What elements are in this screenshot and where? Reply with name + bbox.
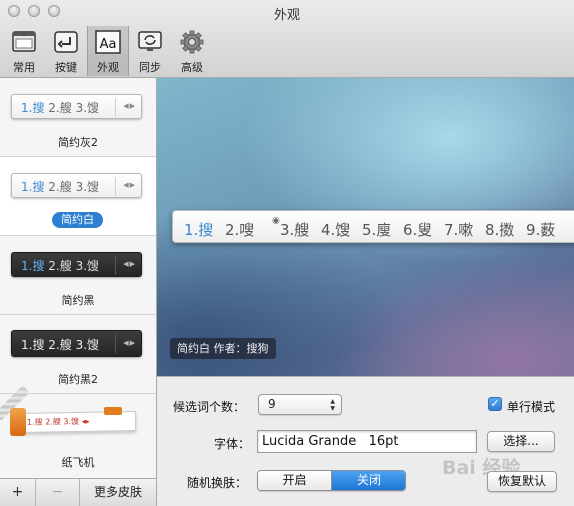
skin-thumbnail: 1.搜 2.艘 3.馊 ◀▶ [11,252,142,277]
gear-icon [180,30,204,54]
random-skin-label: 随机换肤： [187,476,248,490]
candidate: 7.嗽 [444,221,474,239]
stepper-arrows-icon: ▲ ▼ [330,398,335,412]
candidate: 4.馊 [321,221,351,239]
skin-caption: 简约白 作者：搜狗 [170,338,276,359]
candidate: 9.薮 [526,221,556,239]
tab-decoration [104,407,122,415]
single-line-checkbox[interactable]: ✓ [488,397,502,411]
toolbar-general-label: 常用 [13,61,35,74]
candidate: 2.艘 [45,417,61,427]
skin-name: 纸飞机 [61,456,95,469]
toolbar-sync[interactable]: 同步 [129,26,171,76]
random-skin-on-option[interactable]: 开启 [258,471,332,490]
candidate: 6.叟 [403,221,433,239]
candidate: 8.擞 [485,221,515,239]
skin-list-footer: + − 更多皮肤 [0,478,157,506]
candidate: 3.艘 [280,221,310,239]
clip-decoration [10,408,26,436]
appearance-settings: 候选词个数： 9 ▲ ▼ ✓ 单行模式 字体： Lucida Grande 16p… [157,376,574,506]
toolbar-advanced-label: 高级 [181,61,203,74]
candidate: 1.搜 [21,101,45,115]
skin-thumbnail: 1.搜 2.艘 3.馊 ◀▶ [11,173,142,198]
choose-font-button[interactable]: 选择... [487,431,555,452]
toolbar-appearance-label: 外观 [97,61,119,74]
candidate: 1.搜 [21,338,45,352]
font-aa-icon: Aa [95,30,121,54]
candidate: 2.艘 [48,180,72,194]
candidate: 1.搜 [26,417,43,427]
page-arrows-icon: ◀▶ [123,181,136,189]
skin-item-black[interactable]: 1.搜 2.艘 3.馊 ◀▶ 简约黑 [0,236,156,315]
skin-list: 1.搜 2.艘 3.馊 ◀▶ 简约灰2 1.搜 2.艘 3.馊 ◀▶ 简约白 1… [0,78,157,478]
toolbar-appearance[interactable]: Aa 外观 [87,26,129,76]
skin-thumbnail: 1.搜 2.艘 3.馊 ◀▶ [11,330,142,357]
sync-monitor-icon [138,31,162,51]
candidate: 1.搜 [21,180,45,194]
skin-name: 简约灰2 [58,136,98,149]
font-label: 字体： [214,437,251,451]
toolbar-sync-label: 同步 [139,61,161,74]
candidate: 2.艘 [48,101,72,115]
skin-item-black2[interactable]: 1.搜 2.艘 3.馊 ◀▶ 简约黑2 [0,315,156,394]
font-field[interactable]: Lucida Grande 16pt [257,430,477,453]
candidate-bar-preview: 1.搜 2.嗖 ◉ 3.艘 4.馊 5.廋 6.叟 7.嗽 8.擞 9.薮 [172,210,574,243]
svg-text:Aa: Aa [100,37,117,52]
candidate: 3.馊 [75,338,100,352]
candidate-count-value: 9 [268,397,276,411]
candidate: 3.馊 [75,101,100,115]
random-skin-toggle: 开启 关闭 [257,470,406,491]
restore-defaults-button[interactable]: 恢复默认 [487,471,557,492]
candidate: 2.艘 [48,338,72,352]
eye-icon: ◉ [272,216,280,226]
skin-name: 简约黑2 [58,373,98,386]
window-title: 外观 [273,8,300,23]
skin-item-paper-plane[interactable]: 1.搜 2.艘 3.馊 ◂▸ 纸飞机 [0,385,156,473]
toolbar-keys[interactable]: 按键 [45,26,87,76]
candidate-count-select[interactable]: 9 ▲ ▼ [258,394,342,415]
candidate: 5.廋 [362,221,392,239]
remove-skin-button[interactable]: − [36,479,80,506]
page-arrows-icon: ◀▶ [123,102,136,110]
skin-name: 简约黑 [61,294,95,307]
skin-name-selected: 简约白 [52,212,103,228]
skin-item-white[interactable]: 1.搜 2.艘 3.馊 ◀▶ 简约白 [0,157,156,236]
key-icon [54,31,78,53]
toolbar-general[interactable]: 常用 [3,26,45,76]
more-skins-button[interactable]: 更多皮肤 [80,479,156,506]
candidate: 3.馊 [63,416,80,427]
candidate-count-label: 候选词个数： [173,400,246,414]
candidate: 1.搜 [184,221,214,239]
toolbar-advanced[interactable]: 高级 [171,26,213,76]
window-icon [12,31,36,52]
random-skin-off-option[interactable]: 关闭 [332,471,405,490]
add-skin-button[interactable]: + [0,479,36,506]
candidate: 1.搜 [21,259,45,273]
candidate: 2.嗖 [225,221,255,239]
candidate: 3.馊 [75,259,100,273]
preferences-window: 外观 常用 按键 Aa 外观 同步 高级 1.搜 2.艘 3.馊 ◀▶ 简约灰2… [0,0,574,506]
title-bar: 外观 常用 按键 Aa 外观 同步 高级 [0,0,574,78]
skin-thumbnail: 1.搜 2.艘 3.馊 ◀▶ [11,94,142,119]
toolbar-keys-label: 按键 [55,61,77,74]
skin-item-gray2[interactable]: 1.搜 2.艘 3.馊 ◀▶ 简约灰2 [0,78,156,157]
page-arrows-icon: ◀▶ [123,260,136,268]
skin-preview: 1.搜 2.嗖 ◉ 3.艘 4.馊 5.廋 6.叟 7.嗽 8.擞 9.薮 简约… [157,78,574,376]
candidate: 3.馊 [75,180,100,194]
candidate: 2.艘 [48,259,72,273]
font-field-value: Lucida Grande 16pt [262,434,399,449]
page-arrows-icon: ◀▶ [123,339,136,347]
single-line-label: 单行模式 [507,400,556,414]
